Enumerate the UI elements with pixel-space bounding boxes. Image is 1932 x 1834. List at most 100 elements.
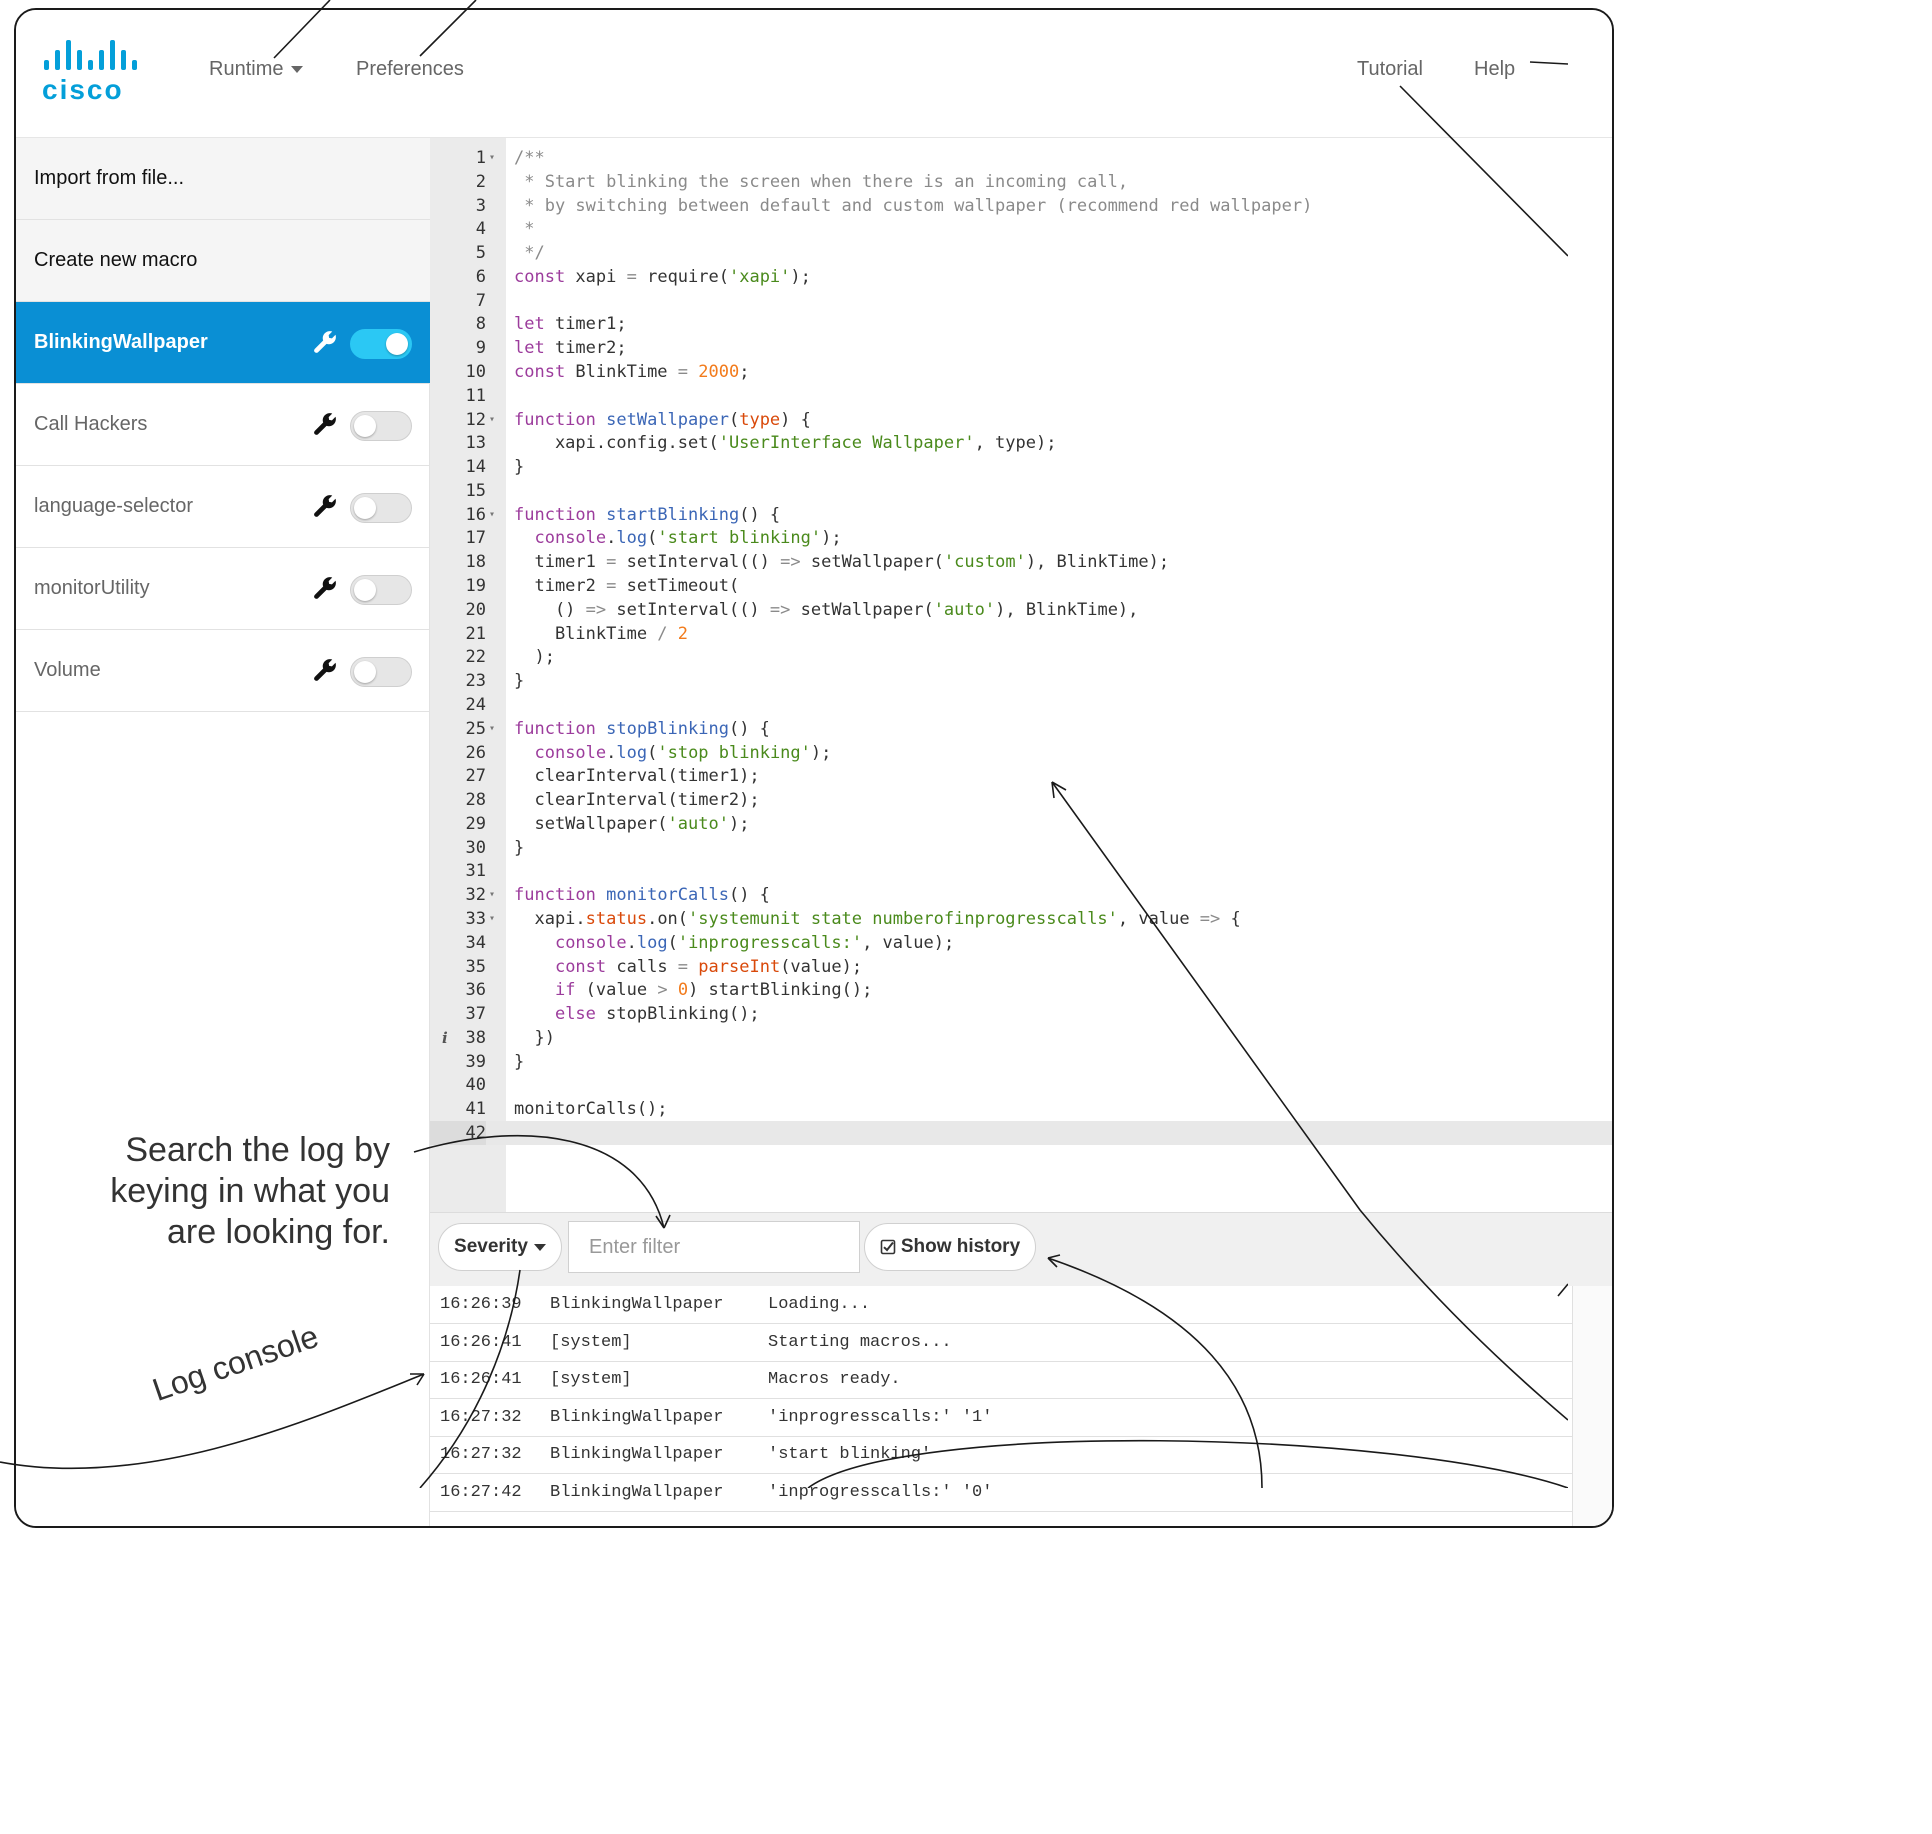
code-text: xapi.status.on('systemunit state numbero… [514, 908, 1241, 929]
nav-preferences[interactable]: Preferences [356, 58, 464, 81]
log-filter-input[interactable] [568, 1221, 860, 1273]
macro-item[interactable]: language-selector [16, 466, 430, 548]
code-line[interactable]: 21 BlinkTime / 2 [430, 622, 1612, 646]
code-line[interactable]: 27 clearInterval(timer1); [430, 764, 1612, 788]
fold-arrow-icon[interactable]: ▾ [489, 717, 495, 741]
macro-enable-toggle[interactable] [350, 411, 412, 441]
code-line[interactable]: 8 let timer1; [430, 312, 1612, 336]
macro-enable-toggle[interactable] [350, 329, 412, 359]
fold-arrow-icon[interactable]: ▾ [489, 146, 495, 170]
code-line[interactable]: 17 console.log('start blinking'); [430, 526, 1612, 550]
code-line[interactable]: 28 clearInterval(timer2); [430, 788, 1612, 812]
code-line[interactable]: 6 const xapi = require('xapi'); [430, 265, 1612, 289]
code-line[interactable]: 18 timer1 = setInterval(() => setWallpap… [430, 550, 1612, 574]
toggle-knob [354, 579, 376, 601]
wrench-icon[interactable] [312, 329, 338, 355]
log-source: BlinkingWallpaper [550, 1445, 724, 1465]
macro-item[interactable]: Call Hackers [16, 384, 430, 466]
code-line[interactable]: 35 const calls = parseInt(value); [430, 955, 1612, 979]
code-text: clearInterval(timer2); [514, 790, 760, 811]
code-line[interactable]: 11 [430, 384, 1612, 408]
code-line[interactable]: 4 * [430, 217, 1612, 241]
code-line[interactable]: 7 [430, 289, 1612, 313]
line-number: 37 [465, 1004, 486, 1025]
line-number: 23 [465, 671, 486, 692]
create-new-macro-button[interactable]: Create new macro [16, 220, 430, 302]
code-line[interactable]: 15 [430, 479, 1612, 503]
show-history-label: Show history [900, 1236, 1021, 1257]
severity-dropdown[interactable]: Severity [438, 1223, 562, 1271]
code-line[interactable]: 29 setWallpaper('auto'); [430, 812, 1612, 836]
code-line[interactable]: 26 console.log('stop blinking'); [430, 741, 1612, 765]
fold-arrow-icon[interactable]: ▾ [489, 503, 495, 527]
code-line[interactable]: 33 ▾ xapi.status.on('systemunit state num… [430, 907, 1612, 931]
code-line[interactable]: 1 ▾ /** [430, 146, 1612, 170]
code-line[interactable]: 2 * Start blinking the screen when there… [430, 170, 1612, 194]
chevron-down-icon [533, 1243, 546, 1251]
code-line[interactable]: 22 ); [430, 645, 1612, 669]
fold-arrow-icon[interactable]: ▾ [489, 408, 495, 432]
toggle-knob [386, 333, 408, 355]
code-line[interactable]: 34 console.log('inprogresscalls:', value… [430, 931, 1612, 955]
code-line[interactable]: 23} [430, 669, 1612, 693]
code-line[interactable]: 41 monitorCalls(); [430, 1097, 1612, 1121]
log-entry: 16:27:32 BlinkingWallpaper 'start blinking… [430, 1436, 1612, 1475]
macro-item[interactable]: BlinkingWallpaper [16, 302, 430, 384]
line-number: 15 [465, 480, 486, 501]
code-line[interactable]: 16 ▾ function startBlinking() { [430, 503, 1612, 527]
toggle-knob [354, 497, 376, 519]
code-line[interactable]: 3 * by switching between default and cus… [430, 194, 1612, 218]
macro-item[interactable]: Volume [16, 630, 430, 712]
code-text: console.log('stop blinking'); [534, 742, 832, 763]
code-line[interactable]: 12 ▾ function setWallpaper(type) { [430, 408, 1612, 432]
code-line[interactable]: 10 const BlinkTime = 2000; [430, 360, 1612, 384]
macro-item[interactable]: monitorUtility [16, 548, 430, 630]
code-line[interactable]: 14} [430, 455, 1612, 479]
code-line[interactable]: 31 [430, 859, 1612, 883]
import-from-file-button[interactable]: Import from file... [16, 138, 430, 220]
macro-enable-toggle[interactable] [350, 575, 412, 605]
code-line[interactable]: 13 xapi.config.set('UserInterface Wallpa… [430, 431, 1612, 455]
fold-arrow-icon[interactable]: ▾ [489, 907, 495, 931]
code-line[interactable]: 25 ▾ function stopBlinking() { [430, 717, 1612, 741]
code-editor[interactable]: 1 ▾/** 2 * Start blinking the screen when … [430, 138, 1612, 1212]
wrench-icon[interactable] [312, 493, 338, 519]
log-time: 16:26:39 [440, 1295, 522, 1314]
line-number: 36 [465, 980, 486, 1001]
line-number: 10 [465, 362, 486, 383]
code-text: setWallpaper('auto'); [514, 813, 750, 834]
show-history-toggle[interactable]: Show history [864, 1223, 1036, 1271]
nav-tutorial[interactable]: Tutorial [1357, 58, 1423, 81]
code-line[interactable]: 40 [430, 1073, 1612, 1097]
code-line[interactable]: 5 */ [430, 241, 1612, 265]
search-hint-annotation: Search the log by keying in what you are… [110, 1131, 390, 1251]
fold-arrow-icon[interactable]: ▾ [489, 883, 495, 907]
code-line[interactable]: i 38 }) [430, 1026, 1612, 1050]
code-line[interactable]: 42 [430, 1120, 1612, 1145]
nav-help[interactable]: Help [1474, 58, 1515, 81]
code-line[interactable]: 36 if (value > 0) startBlinking(); [430, 978, 1612, 1002]
code-line[interactable]: 30} [430, 836, 1612, 860]
macro-enable-toggle[interactable] [350, 493, 412, 523]
line-number: 39 [465, 1051, 486, 1072]
code-line[interactable]: 39} [430, 1050, 1612, 1074]
line-number: 34 [465, 932, 486, 953]
code-line[interactable]: 9 let timer2; [430, 336, 1612, 360]
log-console: 16:26:39 BlinkingWallpaper Loading... 16:26… [430, 1286, 1612, 1526]
code-text: function startBlinking() { [514, 504, 781, 525]
wrench-icon[interactable] [312, 575, 338, 601]
nav-runtime-label: Runtime [209, 58, 284, 80]
code-line[interactable]: 37 else stopBlinking(); [430, 1002, 1612, 1026]
code-line[interactable]: 20 () => setInterval(() => setWallpaper(… [430, 598, 1612, 622]
wrench-icon[interactable] [312, 657, 338, 683]
line-number: 31 [465, 861, 486, 882]
wrench-icon[interactable] [312, 411, 338, 437]
macro-enable-toggle[interactable] [350, 657, 412, 687]
code-line[interactable]: 32 ▾ function monitorCalls() { [430, 883, 1612, 907]
log-scrollbar[interactable] [1572, 1286, 1612, 1526]
log-message: 'inprogresscalls:' '1' [768, 1407, 993, 1427]
nav-runtime-menu[interactable]: Runtime [209, 58, 304, 81]
code-line[interactable]: 24 [430, 693, 1612, 717]
code-line[interactable]: 19 timer2 = setTimeout( [430, 574, 1612, 598]
line-number: 35 [465, 956, 486, 977]
